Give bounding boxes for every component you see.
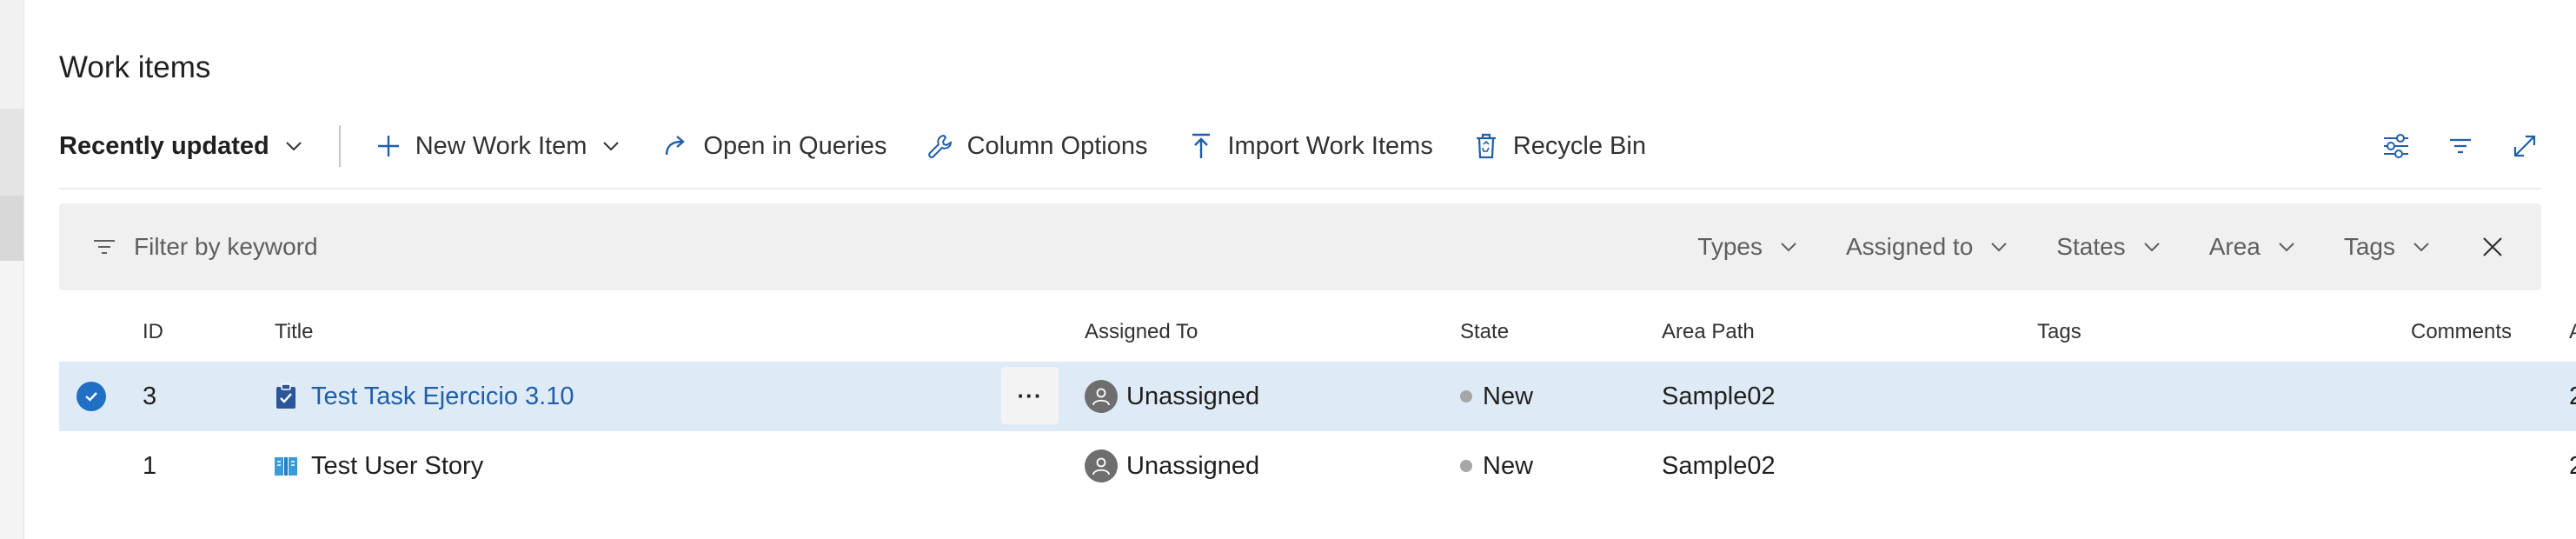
checkmark-icon	[76, 382, 106, 411]
table-row[interactable]: 3 Test Task Ejercicio 3.10 ··· Unassigne…	[59, 362, 2576, 431]
row-area-path: Sample02	[1662, 451, 1776, 480]
upload-arrow-icon	[1186, 131, 1216, 161]
column-header-state[interactable]: State	[1460, 320, 1509, 344]
column-header-assigned-to[interactable]: Assigned To	[1085, 320, 1198, 344]
types-filter-dropdown[interactable]: Types	[1697, 233, 1801, 261]
left-nav-strip	[0, 0, 24, 539]
recycle-bin-icon	[1471, 131, 1501, 161]
chevron-down-icon	[2409, 235, 2433, 259]
page-title: Work items	[59, 50, 211, 84]
filter-icon[interactable]	[2444, 130, 2477, 163]
new-work-item-button[interactable]: New Work Item	[374, 122, 624, 170]
chevron-down-icon	[2140, 235, 2164, 259]
plus-icon	[374, 131, 403, 161]
column-options-label: Column Options	[966, 131, 1148, 160]
recycle-bin-button[interactable]: Recycle Bin	[1471, 122, 1646, 170]
sliders-icon[interactable]	[2380, 130, 2413, 163]
tags-filter-dropdown[interactable]: Tags	[2344, 233, 2433, 261]
wrench-icon	[926, 131, 955, 161]
left-nav-segment	[0, 0, 23, 109]
unassigned-avatar-icon	[1085, 380, 1118, 413]
state-new-dot	[1460, 390, 1472, 403]
toolbar-divider-line	[59, 188, 2541, 190]
row-area-path: Sample02	[1662, 382, 1776, 410]
open-in-queries-label: Open in Queries	[703, 131, 887, 160]
unassigned-avatar-icon	[1085, 449, 1118, 482]
close-icon[interactable]	[2475, 230, 2510, 264]
column-header-id[interactable]: ID	[143, 320, 163, 344]
view-select-dropdown[interactable]: Recently updated	[59, 122, 306, 170]
types-filter-label: Types	[1697, 233, 1763, 260]
recycle-bin-label: Recycle Bin	[1512, 131, 1646, 160]
column-header-title[interactable]: Title	[275, 320, 313, 344]
toolbar-right-actions	[2380, 130, 2541, 163]
area-filter-dropdown[interactable]: Area	[2209, 233, 2299, 261]
row-selected-indicator[interactable]	[76, 362, 106, 431]
left-nav-segment	[0, 261, 23, 539]
row-title-cell: Test Task Ejercicio 3.10	[273, 362, 574, 431]
chevron-down-icon	[599, 134, 623, 158]
work-item-title-link[interactable]: Test User Story	[311, 452, 483, 481]
expand-icon[interactable]	[2508, 130, 2541, 163]
import-work-items-label: Import Work Items	[1227, 131, 1433, 160]
assigned-to-filter-dropdown[interactable]: Assigned to	[1846, 233, 2011, 261]
left-nav-segment[interactable]	[0, 109, 23, 196]
row-assigned-to-cell: Unassigned	[1085, 431, 1259, 501]
open-in-queries-button[interactable]: Open in Queries	[661, 122, 887, 170]
column-header-cut-off[interactable]: A	[2569, 320, 2576, 344]
row-assigned-to: Unassigned	[1126, 451, 1260, 480]
view-select-label: Recently updated	[59, 131, 269, 160]
chevron-down-icon	[2274, 235, 2299, 259]
filter-bar: Filter by keyword Types Assigned to Stat…	[59, 203, 2541, 290]
work-items-grid: ID Title Assigned To State Area Path Tag…	[59, 303, 2576, 501]
area-filter-label: Area	[2208, 233, 2261, 260]
row-trailing-cut-off: 2	[2569, 431, 2576, 501]
column-options-button[interactable]: Column Options	[926, 122, 1148, 170]
row-state: New	[1483, 451, 1534, 480]
filter-icon	[90, 233, 118, 261]
toolbar: Recently updated New Work Item Open in Q…	[59, 122, 2541, 170]
book-icon	[273, 452, 299, 480]
keyword-filter-input[interactable]: Filter by keyword	[134, 233, 318, 261]
filter-pickers: Types Assigned to States Area Tags	[1652, 230, 2510, 264]
states-filter-label: States	[2056, 233, 2126, 260]
work-item-title-link[interactable]: Test Task Ejercicio 3.10	[311, 383, 574, 411]
left-nav-segment-active[interactable]	[0, 196, 23, 261]
toolbar-divider	[338, 125, 341, 167]
row-state-cell: New	[1460, 362, 1533, 431]
table-row[interactable]: 1 Test User Story Unassigned New Sample0…	[59, 431, 2576, 501]
tags-filter-label: Tags	[2343, 233, 2395, 260]
column-header-area-path[interactable]: Area Path	[1662, 320, 1755, 344]
grid-header: ID Title Assigned To State Area Path Tag…	[59, 303, 2576, 362]
row-id: 1	[143, 451, 157, 480]
row-id: 3	[143, 382, 157, 410]
state-new-dot	[1460, 460, 1472, 472]
import-work-items-button[interactable]: Import Work Items	[1186, 122, 1433, 170]
assigned-to-filter-label: Assigned to	[1845, 233, 1974, 260]
chevron-down-icon	[1776, 235, 1801, 259]
chevron-down-icon	[1987, 235, 2011, 259]
row-trailing-cut-off: 2	[2569, 362, 2576, 431]
column-header-tags[interactable]: Tags	[2037, 320, 2081, 344]
new-work-item-label: New Work Item	[415, 131, 588, 160]
states-filter-dropdown[interactable]: States	[2056, 233, 2163, 261]
more-actions-button[interactable]: ···	[1001, 367, 1059, 424]
column-header-comments[interactable]: Comments	[2411, 320, 2512, 344]
row-assigned-to-cell: Unassigned	[1085, 362, 1259, 431]
row-state: New	[1483, 382, 1534, 410]
chevron-down-icon	[282, 134, 306, 158]
row-title-cell: Test User Story	[273, 431, 483, 501]
row-assigned-to: Unassigned	[1126, 382, 1260, 410]
redo-arrow-icon	[661, 131, 691, 161]
task-clipboard-icon	[273, 383, 299, 410]
row-state-cell: New	[1460, 431, 1533, 501]
